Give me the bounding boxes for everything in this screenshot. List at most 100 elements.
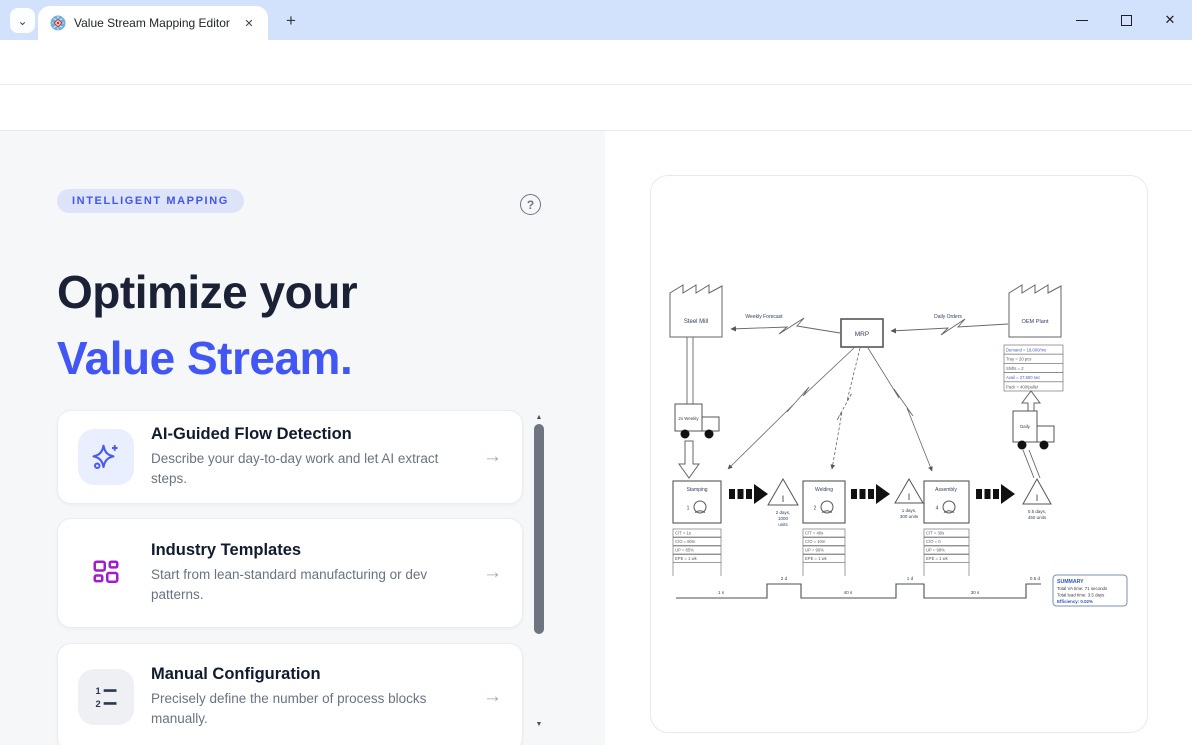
process-welding[interactable]: Welding 2 (803, 481, 845, 523)
process-stamping[interactable]: Stamping 1 (673, 481, 721, 523)
mrp-arrow-welding (832, 348, 860, 469)
data-box-assembly: C/T = 30s C/O = 0 UP = 98% EPE = 1 wk (924, 529, 969, 576)
process-assembly[interactable]: Assembly 4 (924, 481, 969, 523)
browser-tab[interactable]: Value Stream Mapping Editor ✕ (38, 6, 268, 40)
scrollbar-thumb[interactable] (534, 424, 544, 634)
push-arrow-2 (851, 484, 890, 504)
inventory-label: units (778, 522, 788, 527)
data-row: C/O = 10m (805, 539, 826, 544)
window-controls: ✕ (1060, 0, 1192, 40)
list-number-two: 2 (96, 699, 101, 709)
summary-title: SUMMARY (1057, 579, 1084, 585)
numbered-list-icon: 1 2 (92, 683, 120, 711)
card-text: Industry Templates Start from lean-stand… (151, 541, 475, 604)
list-number-one: 1 (96, 686, 101, 696)
summary-efficiency: Efficiency: 0.02% (1057, 599, 1093, 604)
inventory-glyph: I (908, 492, 911, 502)
card-description: Describe your day-to-day work and let AI… (151, 449, 475, 488)
process-name: Assembly (935, 487, 957, 493)
mrp-arrow-assembly (868, 348, 932, 471)
card-ai-guided-flow-detection[interactable]: AI-Guided Flow Detection Describe your d… (57, 410, 523, 504)
summary-box[interactable]: SUMMARY Total VA time: 71 seconds Total … (1053, 575, 1127, 606)
card-text: Manual Configuration Precisely define th… (151, 665, 475, 728)
supplier-factory[interactable]: Steel Mill (670, 285, 722, 337)
supplier-shipment (687, 337, 693, 404)
data-row: EPE = 1 wk (805, 556, 828, 561)
ai-sparkles-icon (91, 442, 121, 472)
truck-left-label: 2x Weekly (678, 416, 699, 421)
daily-orders-arrow: Daily Orders (891, 314, 1008, 335)
inventory-1[interactable]: I 2 days, 1000 units (768, 479, 798, 527)
app-header: Value Stream Mapping Editor Powered by V… (0, 85, 1192, 131)
vsm-preview-panel: Steel Mill MRP OEM Plant Weekly Forecast… (650, 175, 1148, 733)
data-row: UP = 90% (805, 548, 824, 553)
new-tab-button[interactable]: + (280, 10, 302, 32)
customer-data-row: Avail = 27,600 sec (1006, 375, 1040, 380)
scroll-down-icon[interactable]: ▼ (532, 717, 546, 731)
timeline-value: 2 d (781, 576, 788, 581)
process-name: Welding (815, 487, 833, 493)
weekly-forecast-label: Weekly Forecast (745, 314, 783, 320)
timeline-value: 40 s (844, 590, 853, 595)
mrp-box[interactable]: MRP (841, 319, 883, 347)
panel-scrollbar[interactable]: ▲ ▼ (532, 410, 546, 731)
process-name: Stamping (686, 487, 707, 493)
plus-icon: + (286, 11, 296, 31)
arrow-right-icon: → (483, 562, 502, 584)
card-industry-templates[interactable]: Industry Templates Start from lean-stand… (57, 518, 523, 628)
card-description: Precisely define the number of process b… (151, 689, 475, 728)
inventory-2[interactable]: I 1 days, 300 units (895, 479, 923, 519)
data-row: EPE = 1 wk (926, 556, 949, 561)
help-icon: ? (527, 198, 534, 212)
customer-data-row: Shifts = 2 (1006, 366, 1024, 371)
customer-factory[interactable]: OEM Plant (1009, 285, 1061, 337)
inventory-label: 1000 (778, 516, 789, 521)
truck-left[interactable]: 2x Weekly (675, 404, 719, 439)
inventory-glyph: I (1036, 493, 1039, 503)
tab-search-button[interactable]: ⌄ (10, 8, 35, 33)
data-row: UP = 98% (926, 548, 945, 553)
inventory-3[interactable]: I 0.5 days, 450 units (1023, 479, 1051, 520)
customer-data-row: Pack = 400/pallet (1006, 384, 1039, 389)
inventory-label: 1 days, (902, 508, 917, 513)
minimize-icon (1076, 20, 1088, 21)
maximize-icon (1121, 15, 1132, 26)
minimize-button[interactable] (1060, 0, 1104, 40)
inventory-label: 300 units (900, 514, 919, 519)
browser-titlebar: ⌄ Value Stream Mapping Editor ✕ + ✕ (0, 0, 1192, 40)
maximize-button[interactable] (1104, 0, 1148, 40)
data-box-stamping: C/T = 1s C/O = 60m UP = 85% EPE = 1 wk (673, 529, 721, 576)
data-box-welding: C/T = 40s C/O = 10m UP = 90% EPE = 1 wk (803, 529, 845, 576)
value-stream-map: Steel Mill MRP OEM Plant Weekly Forecast… (651, 176, 1148, 733)
data-row: C/O = 0 (926, 539, 941, 544)
intelligent-mapping-badge: INTELLIGENT MAPPING (57, 189, 244, 213)
timeline-value: 1 s (718, 590, 725, 595)
scroll-up-icon[interactable]: ▲ (532, 410, 546, 424)
push-arrow-1 (729, 484, 768, 504)
card-manual-configuration[interactable]: 1 2 Manual Configuration Precisely defin… (57, 643, 523, 745)
templates-icon-tile (78, 545, 134, 601)
card-title: AI-Guided Flow Detection (151, 425, 475, 444)
operator-count: 4 (936, 506, 939, 512)
weekly-forecast-arrow: Weekly Forecast (731, 314, 840, 334)
tab-title: Value Stream Mapping Editor (74, 16, 240, 30)
close-button[interactable]: ✕ (1148, 0, 1192, 40)
customer-data-box[interactable]: Demand = 18,000/mo Tray = 20 pcs Shifts … (1004, 345, 1063, 391)
operator-count: 2 (814, 506, 817, 512)
lead-time-ladder: 1 s 2 d 40 s 1 d 30 s 0.5 d (676, 576, 1041, 598)
card-description: Start from lean-standard manufacturing o… (151, 565, 475, 604)
tab-close-icon[interactable]: ✕ (240, 14, 258, 32)
customer-data-row: Demand = 18,000/mo (1006, 348, 1047, 353)
operator-count: 1 (687, 506, 690, 512)
truck-right[interactable]: Daily (1013, 411, 1054, 450)
page-title-line2: Value Stream. (57, 325, 357, 391)
card-text: AI-Guided Flow Detection Describe your d… (151, 425, 475, 488)
daily-orders-label: Daily Orders (934, 314, 962, 320)
close-icon: ✕ (1165, 12, 1176, 28)
customer-data-row: Tray = 20 pcs (1006, 357, 1031, 362)
inventory-glyph: I (782, 494, 785, 504)
help-button[interactable]: ? (520, 194, 541, 215)
mrp-label: MRP (855, 331, 869, 338)
page-title: Optimize your Value Stream. (57, 259, 357, 391)
data-row: EPE = 1 wk (675, 556, 698, 561)
